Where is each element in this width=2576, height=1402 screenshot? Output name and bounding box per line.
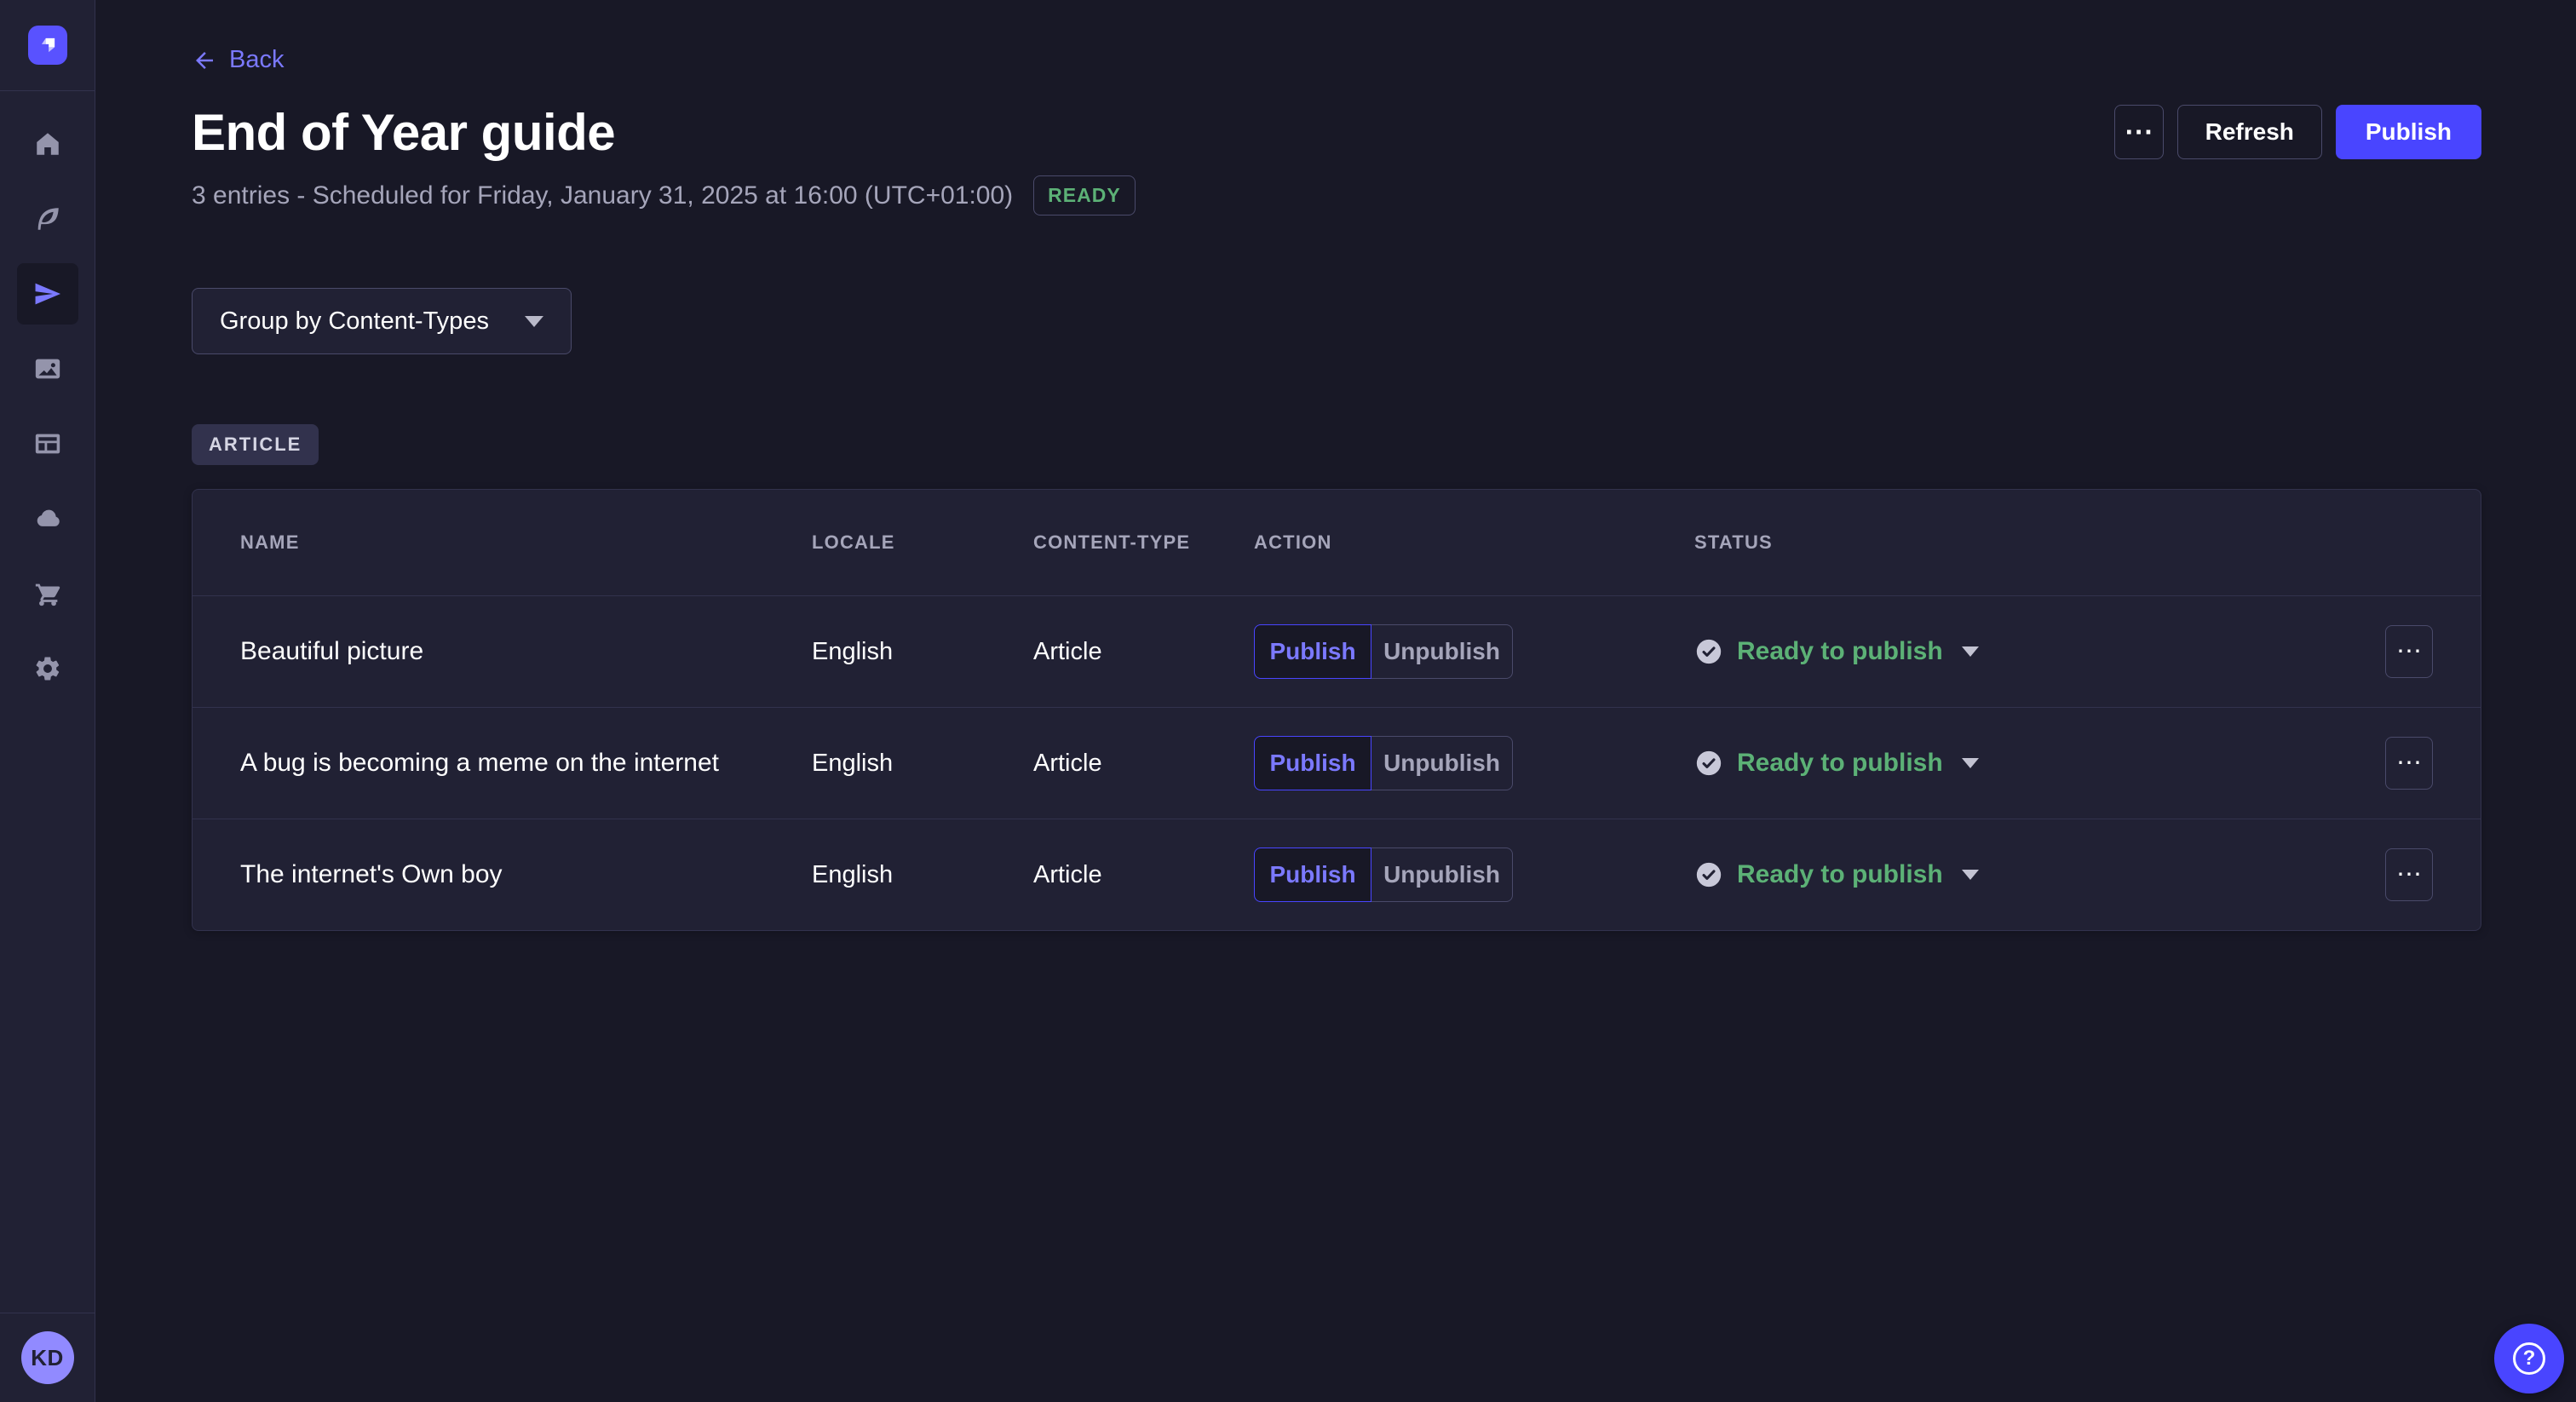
avatar[interactable]: KD — [21, 1331, 74, 1384]
header-row: End of Year guide ⋯ Refresh Publish — [192, 103, 2481, 162]
sidebar-item-settings[interactable] — [17, 638, 78, 699]
gear-icon — [33, 654, 62, 683]
column-header-name: NAME — [240, 531, 812, 554]
column-header-locale: LOCALE — [812, 531, 1033, 554]
table-header: NAME LOCALE CONTENT-TYPE ACTION STATUS — [193, 490, 2481, 595]
column-header-content-type: CONTENT-TYPE — [1033, 531, 1254, 554]
chevron-down-icon — [1962, 646, 1979, 657]
sidebar-item-content-type-builder[interactable] — [17, 413, 78, 474]
action-toggle: Publish Unpublish — [1254, 624, 1694, 679]
sidebar-item-content-manager[interactable] — [17, 188, 78, 250]
subtitle-row: 3 entries - Scheduled for Friday, Januar… — [192, 175, 2481, 215]
content-type-group-badge: ARTICLE — [192, 424, 319, 465]
group-by-label: Group by Content-Types — [220, 307, 489, 336]
check-circle-icon — [1694, 749, 1723, 778]
column-header-status: STATUS — [1694, 531, 2382, 554]
sidebar-item-releases[interactable] — [17, 263, 78, 325]
entry-locale: English — [812, 750, 1033, 778]
entry-locale: English — [812, 638, 1033, 666]
help-button[interactable]: ? — [2494, 1324, 2564, 1393]
chevron-down-icon — [1962, 870, 1979, 880]
status-label: Ready to publish — [1737, 749, 1943, 778]
entry-name: A bug is becoming a meme on the internet — [240, 749, 812, 778]
chevron-down-icon — [1962, 758, 1979, 768]
sidebar-nav — [0, 113, 95, 699]
publish-option-button[interactable]: Publish — [1254, 624, 1371, 679]
entries-table: NAME LOCALE CONTENT-TYPE ACTION STATUS B… — [192, 489, 2481, 931]
status-dropdown[interactable]: Ready to publish — [1694, 637, 2382, 666]
entry-content-type: Article — [1033, 861, 1254, 889]
entry-locale: English — [812, 861, 1033, 889]
publish-option-button[interactable]: Publish — [1254, 848, 1371, 902]
sidebar-footer: KD — [0, 1313, 95, 1402]
publish-option-button[interactable]: Publish — [1254, 736, 1371, 790]
unpublish-option-button[interactable]: Unpublish — [1371, 848, 1513, 902]
header-actions: ⋯ Refresh Publish — [2114, 105, 2481, 159]
entry-name: Beautiful picture — [240, 637, 812, 666]
status-dropdown[interactable]: Ready to publish — [1694, 749, 2382, 778]
question-circle-icon: ? — [2513, 1342, 2545, 1375]
groupby-row: Group by Content-Types — [192, 288, 2481, 354]
sidebar-item-media-library[interactable] — [17, 338, 78, 399]
more-actions-button[interactable]: ⋯ — [2114, 105, 2164, 159]
publish-release-button[interactable]: Publish — [2336, 105, 2481, 159]
check-circle-icon — [1694, 637, 1723, 666]
table-row: The internet's Own boy English Article P… — [193, 819, 2481, 930]
row-more-button[interactable]: ⋯ — [2385, 625, 2433, 678]
check-circle-icon — [1694, 860, 1723, 889]
sidebar: KD — [0, 0, 95, 1402]
unpublish-option-button[interactable]: Unpublish — [1371, 624, 1513, 679]
status-label: Ready to publish — [1737, 860, 1943, 889]
ready-status-badge: READY — [1033, 175, 1136, 215]
main-content: Back End of Year guide ⋯ Refresh Publish… — [95, 0, 2576, 931]
feather-icon — [33, 204, 62, 233]
row-more-button[interactable]: ⋯ — [2385, 737, 2433, 790]
home-icon — [33, 129, 62, 158]
sidebar-item-marketplace[interactable] — [17, 563, 78, 624]
arrow-left-icon — [192, 48, 217, 73]
group-by-dropdown[interactable]: Group by Content-Types — [192, 288, 572, 354]
action-toggle: Publish Unpublish — [1254, 848, 1694, 902]
entry-name: The internet's Own boy — [240, 860, 812, 889]
unpublish-option-button[interactable]: Unpublish — [1371, 736, 1513, 790]
chevron-down-icon — [525, 316, 543, 327]
back-label: Back — [229, 46, 284, 74]
status-label: Ready to publish — [1737, 637, 1943, 666]
media-icon — [33, 354, 62, 383]
strapi-logo[interactable] — [28, 26, 67, 65]
table-row: A bug is becoming a meme on the internet… — [193, 707, 2481, 819]
entry-content-type: Article — [1033, 638, 1254, 666]
release-subtitle: 3 entries - Scheduled for Friday, Januar… — [192, 181, 1013, 210]
refresh-button[interactable]: Refresh — [2177, 105, 2322, 159]
sidebar-header — [0, 0, 95, 91]
page-title: End of Year guide — [192, 103, 615, 162]
row-more-button[interactable]: ⋯ — [2385, 848, 2433, 901]
paper-plane-icon — [33, 279, 62, 308]
sidebar-item-home[interactable] — [17, 113, 78, 175]
cloud-icon — [33, 504, 62, 533]
back-link[interactable]: Back — [192, 46, 284, 74]
column-header-action: ACTION — [1254, 531, 1694, 554]
sidebar-item-cloud[interactable] — [17, 488, 78, 549]
layout-icon — [33, 429, 62, 458]
table-row: Beautiful picture English Article Publis… — [193, 595, 2481, 707]
entry-content-type: Article — [1033, 750, 1254, 778]
cart-icon — [33, 579, 62, 608]
status-dropdown[interactable]: Ready to publish — [1694, 860, 2382, 889]
action-toggle: Publish Unpublish — [1254, 736, 1694, 790]
